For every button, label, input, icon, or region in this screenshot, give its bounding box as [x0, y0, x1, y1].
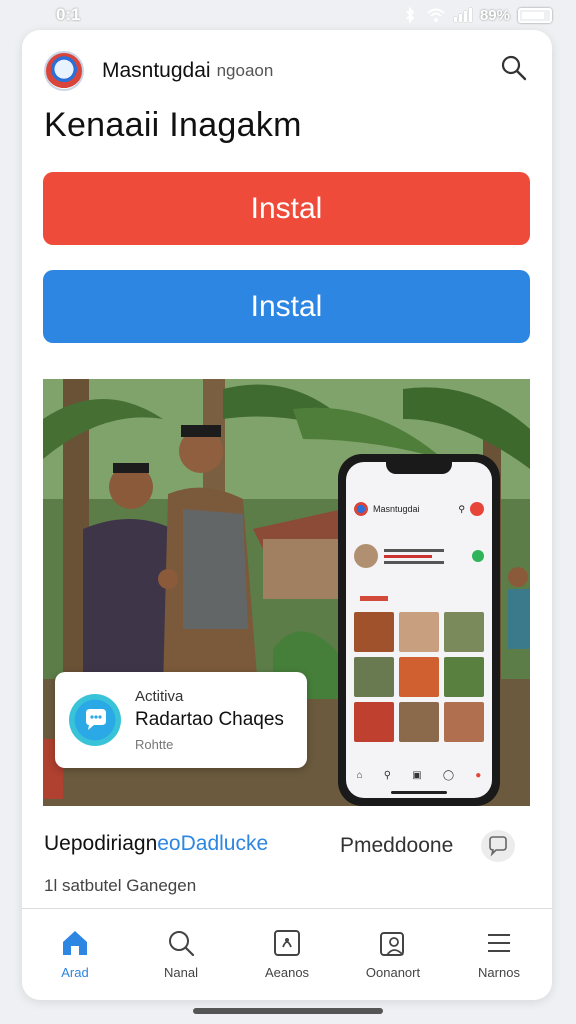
phone-search-icon: ⚲	[458, 503, 465, 514]
phone-section-label	[360, 596, 388, 601]
nav-item-apps[interactable]: Aeanos	[242, 927, 332, 980]
phone-profile-row	[354, 536, 484, 576]
phone-notification-dot	[470, 502, 484, 516]
phone-thumb	[399, 702, 439, 742]
phone-notch	[386, 462, 452, 474]
app-header: Masntugdai ngoaon	[44, 48, 534, 94]
install-primary-button[interactable]: Instal	[43, 172, 530, 245]
phone-home-icon: ⌂	[356, 769, 363, 781]
nav-item-home[interactable]: Arad	[30, 927, 120, 980]
phone-app-logo	[354, 502, 368, 516]
phone-thumb	[444, 702, 484, 742]
contacts-icon	[380, 932, 404, 956]
phone-screen: Masntugdai ⚲ ⌂ ⚲ ▣ ◯ ●	[346, 462, 492, 798]
phone-thumb	[444, 612, 484, 652]
nav-item-contacts[interactable]: Oonanort	[348, 927, 438, 980]
home-indicator[interactable]	[193, 1008, 383, 1014]
nav-label-menu: Narnos	[478, 965, 520, 980]
nav-item-search[interactable]: Nanal	[136, 927, 226, 980]
nav-label-apps: Aeanos	[264, 965, 310, 980]
menu-icon	[488, 934, 510, 952]
notification-line3: Rohtte	[135, 737, 174, 752]
app-name: Masntugdai	[102, 59, 211, 82]
phone-shield-icon: ◯	[442, 769, 455, 781]
home-icon	[63, 931, 87, 955]
chat-icon	[489, 836, 507, 857]
notification-card[interactable]: Actitiva Radartao Chaqes Rohtte	[55, 672, 307, 768]
status-icons: 89%	[402, 7, 552, 24]
bottom-nav: Arad Nanal Aeanos Oonanort Narnos	[22, 908, 552, 1000]
phone-photo-grid	[354, 612, 484, 742]
search-icon	[169, 931, 195, 957]
search-button[interactable]	[500, 54, 534, 88]
app-logo	[44, 51, 84, 91]
phone-home-indicator	[391, 791, 447, 794]
phone-avatar	[354, 544, 378, 568]
phone-thumb	[399, 612, 439, 652]
phone-text-lines	[384, 548, 444, 564]
signal-icon	[453, 8, 472, 22]
apps-icon	[274, 930, 300, 956]
chat-bubble-icon	[69, 694, 121, 746]
search-icon	[501, 55, 527, 81]
phone-thumb	[354, 702, 394, 742]
phone-search-nav-icon: ⚲	[383, 769, 392, 781]
bluetooth-icon	[406, 7, 415, 23]
phone-mockup: Masntugdai ⚲ ⌂ ⚲ ▣ ◯ ●	[338, 454, 500, 806]
section-title-part2[interactable]: eoDadlucke	[157, 832, 268, 855]
section-subtitle: 1l satbutel Ganegen	[44, 876, 197, 895]
nav-item-menu[interactable]: Narnos	[454, 927, 544, 980]
side-label: Pmeddoone	[340, 834, 454, 857]
status-bar: 0:1 89%	[0, 0, 576, 30]
notification-line2: Radartao Chaqes	[135, 709, 284, 730]
notification-line1: Actitiva	[135, 688, 184, 705]
nav-label-search: Nanal	[164, 965, 198, 980]
page-title: Kenaaii Inagakm	[44, 106, 302, 144]
nav-label-contacts: Oonanort	[365, 965, 421, 980]
wifi-icon	[427, 8, 445, 22]
section-title-part1: Uepodiriagn	[44, 832, 158, 855]
phone-thumb	[444, 657, 484, 697]
phone-app-name: Masntugdai	[373, 504, 420, 514]
battery-icon	[518, 7, 552, 23]
phone-status-dot	[472, 550, 484, 562]
phone-profile-icon: ●	[475, 769, 482, 781]
phone-thumb	[399, 657, 439, 697]
phone-thumb	[354, 657, 394, 697]
app-subtitle: ngoaon	[216, 61, 274, 80]
battery-percent: 89%	[479, 6, 510, 24]
notification-text: Actitiva Radartao Chaqes Rohtte	[135, 688, 284, 752]
app-card: Masntugdai ngoaon Kenaaii Inagakm Instal…	[22, 30, 552, 1000]
nav-label-home: Arad	[61, 965, 89, 980]
install-secondary-button[interactable]: Instal	[43, 270, 530, 343]
status-time: 0:1	[56, 5, 81, 24]
phone-bottom-nav: ⌂ ⚲ ▣ ◯ ●	[346, 764, 492, 786]
phone-app-header: Masntugdai ⚲	[354, 502, 484, 516]
phone-thumb	[354, 612, 394, 652]
chat-button[interactable]	[481, 830, 515, 862]
phone-apps-icon: ▣	[412, 769, 422, 781]
section-title: UepodiriagneoDadlucke	[44, 832, 268, 856]
